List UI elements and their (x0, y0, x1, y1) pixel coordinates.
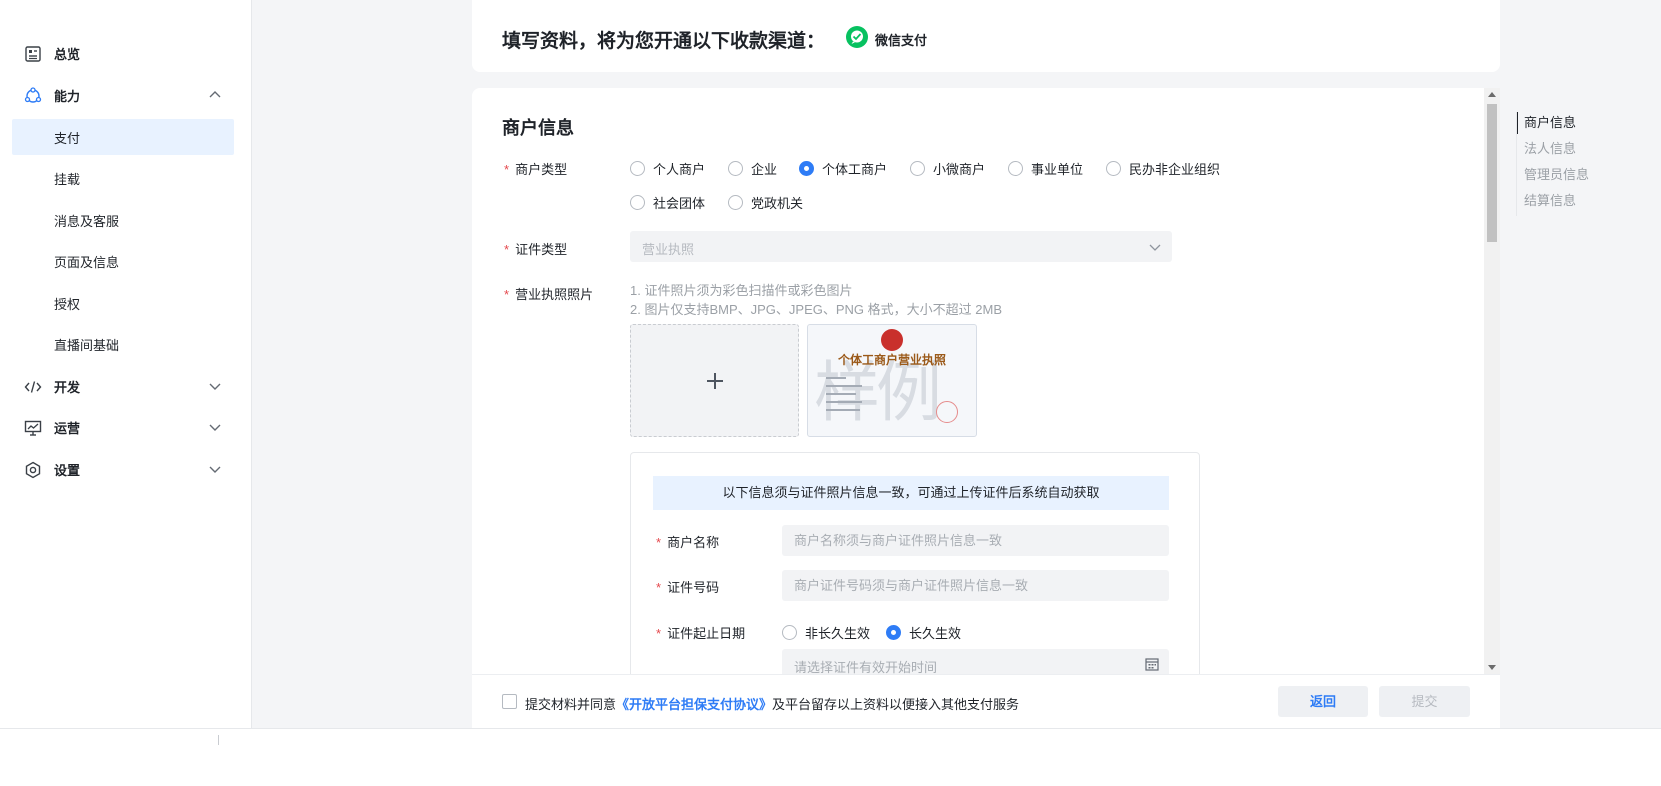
agreement-link[interactable]: 《开放平台担保支付协议》 (616, 697, 772, 712)
photo-hint-2: 2. 图片仅支持BMP、JPG、JPEG、PNG 格式，大小不超过 2MB (630, 302, 1002, 317)
radio-private-nonprofit[interactable]: 民办非企业组织 (1106, 159, 1220, 178)
chevron-up-icon (209, 91, 221, 98)
back-button[interactable]: 返回 (1278, 686, 1368, 717)
action-bar: 提交材料并同意《开放平台担保支付协议》及平台留存以上资料以便接入其他支付服务 返… (472, 674, 1500, 728)
upload-license-button[interactable] (630, 324, 799, 437)
merchant-name-label: * 商户名称 (656, 535, 720, 550)
start-date-picker[interactable]: 请选择证件有效开始时间 (782, 649, 1169, 674)
sidebar-item-label: 挂载 (54, 171, 81, 187)
overview-icon (25, 46, 41, 62)
anchor-merchant-info[interactable]: 商户信息 (1517, 112, 1661, 138)
chevron-down-icon (209, 466, 221, 473)
chart-icon (24, 420, 42, 436)
sidebar-item-operations[interactable]: 运营 (12, 409, 234, 445)
merchant-form: 商户信息 * 商户类型 个人商户 企业 个体工商户 小微商户 事业单位 民办非企业… (472, 88, 1484, 674)
sidebar-item-live[interactable]: 直播间基础 (12, 326, 234, 362)
sidebar-item-label: 运营 (54, 420, 81, 436)
plus-icon (707, 373, 723, 389)
radio-enterprise[interactable]: 企业 (728, 159, 777, 178)
sidebar-item-label: 能力 (54, 88, 81, 104)
anchor-legal-person-info[interactable]: 法人信息 (1517, 138, 1661, 164)
radio-public-institution[interactable]: 事业单位 (1008, 159, 1083, 178)
sample-line (826, 393, 856, 395)
bottom-strip (0, 728, 1661, 786)
sidebar-item-label: 开发 (54, 379, 81, 395)
chevron-down-icon (209, 383, 221, 390)
sidebar-item-label: 设置 (54, 462, 81, 478)
sample-title: 个体工商户营业执照 (837, 353, 946, 367)
sidebar: 总览 能力 支付 挂载 消息及客服 页面及信息 授权 直播间基础 开发 运营 设… (0, 0, 252, 786)
section-title: 商户信息 (502, 118, 574, 138)
radio-individual-business[interactable]: 个体工商户 (799, 159, 887, 178)
agree-text: 提交材料并同意《开放平台担保支付协议》及平台留存以上资料以便接入其他支付服务 (525, 697, 1020, 712)
sidebar-item-label: 消息及客服 (54, 213, 120, 229)
cert-number-input[interactable] (782, 570, 1169, 601)
cert-type-select[interactable]: 营业执照 (630, 231, 1172, 262)
anchor-nav: 商户信息 法人信息 管理员信息 结算信息 (1516, 112, 1661, 216)
wechat-pay-icon (846, 26, 868, 48)
scroll-thumb[interactable] (1487, 104, 1497, 242)
sidebar-item-pages[interactable]: 页面及信息 (12, 243, 234, 279)
sidebar-item-label: 授权 (54, 296, 81, 312)
sidebar-item-develop[interactable]: 开发 (12, 368, 234, 404)
radio-government[interactable]: 党政机关 (728, 193, 803, 212)
sidebar-item-label: 支付 (54, 130, 81, 146)
sidebar-item-payment[interactable]: 支付 (12, 119, 234, 155)
start-date-placeholder: 请选择证件有效开始时间 (794, 660, 938, 674)
submit-button[interactable]: 提交 (1379, 686, 1470, 717)
form-scrollbar[interactable] (1484, 88, 1500, 674)
divider (218, 735, 219, 745)
calendar-icon (1145, 658, 1159, 671)
seal-icon (936, 401, 958, 423)
sample-line (826, 385, 862, 387)
radio-social-organization[interactable]: 社会团体 (630, 193, 705, 212)
validity-label: * 证件起止日期 (656, 626, 746, 641)
sample-line (826, 401, 862, 403)
radio-individual[interactable]: 个人商户 (630, 159, 705, 178)
page-title: 填写资料，将为您开通以下收款渠道： (502, 31, 826, 52)
channel-header: 填写资料，将为您开通以下收款渠道： 微信支付 (472, 0, 1500, 72)
sidebar-item-overview[interactable]: 总览 (12, 35, 234, 71)
sidebar-item-capability[interactable]: 能力 (12, 77, 234, 113)
photo-hint-1: 1. 证件照片须为彩色扫描件或彩色图片 (630, 283, 853, 298)
sidebar-item-label: 页面及信息 (54, 254, 120, 270)
sidebar-item-messages[interactable]: 消息及客服 (12, 202, 234, 238)
license-photo-label: * 营业执照照片 (504, 287, 594, 302)
anchor-settlement-info[interactable]: 结算信息 (1517, 190, 1661, 216)
cert-type-label: * 证件类型 (504, 242, 568, 257)
merchant-type-label: * 商户类型 (504, 162, 568, 177)
radio-non-permanent[interactable]: 非长久生效 (782, 623, 870, 642)
license-sample-image[interactable]: 样例 个体工商户营业执照 (807, 324, 977, 437)
capability-icon (24, 87, 42, 103)
sidebar-item-label: 总览 (54, 46, 81, 62)
channel-label: 微信支付 (875, 33, 928, 48)
cert-type-value: 营业执照 (642, 242, 695, 257)
code-icon (24, 381, 42, 393)
sample-line (826, 377, 846, 379)
sample-line (826, 409, 860, 411)
sidebar-item-settings[interactable]: 设置 (12, 451, 234, 487)
radio-permanent[interactable]: 长久生效 (886, 623, 961, 642)
sidebar-item-auth[interactable]: 授权 (12, 285, 234, 321)
scroll-up-arrow-icon[interactable] (1488, 92, 1496, 97)
sidebar-item-mount[interactable]: 挂载 (12, 160, 234, 196)
chevron-down-icon (1149, 244, 1161, 251)
cert-number-label: * 证件号码 (656, 580, 720, 595)
agree-checkbox[interactable] (502, 694, 517, 709)
anchor-admin-info[interactable]: 管理员信息 (1517, 164, 1661, 190)
chevron-down-icon (209, 424, 221, 431)
scroll-down-arrow-icon[interactable] (1488, 665, 1496, 670)
national-emblem-icon (881, 329, 903, 351)
sidebar-item-label: 直播间基础 (54, 337, 120, 353)
radio-micro-merchant[interactable]: 小微商户 (910, 159, 985, 178)
gear-icon (25, 461, 41, 479)
merchant-name-input[interactable] (782, 525, 1169, 556)
cert-info-card: 以下信息须与证件照片信息一致，可通过上传证件后系统自动获取 *商户名称 *证件号… (630, 452, 1200, 674)
info-banner: 以下信息须与证件照片信息一致，可通过上传证件后系统自动获取 (653, 476, 1169, 510)
